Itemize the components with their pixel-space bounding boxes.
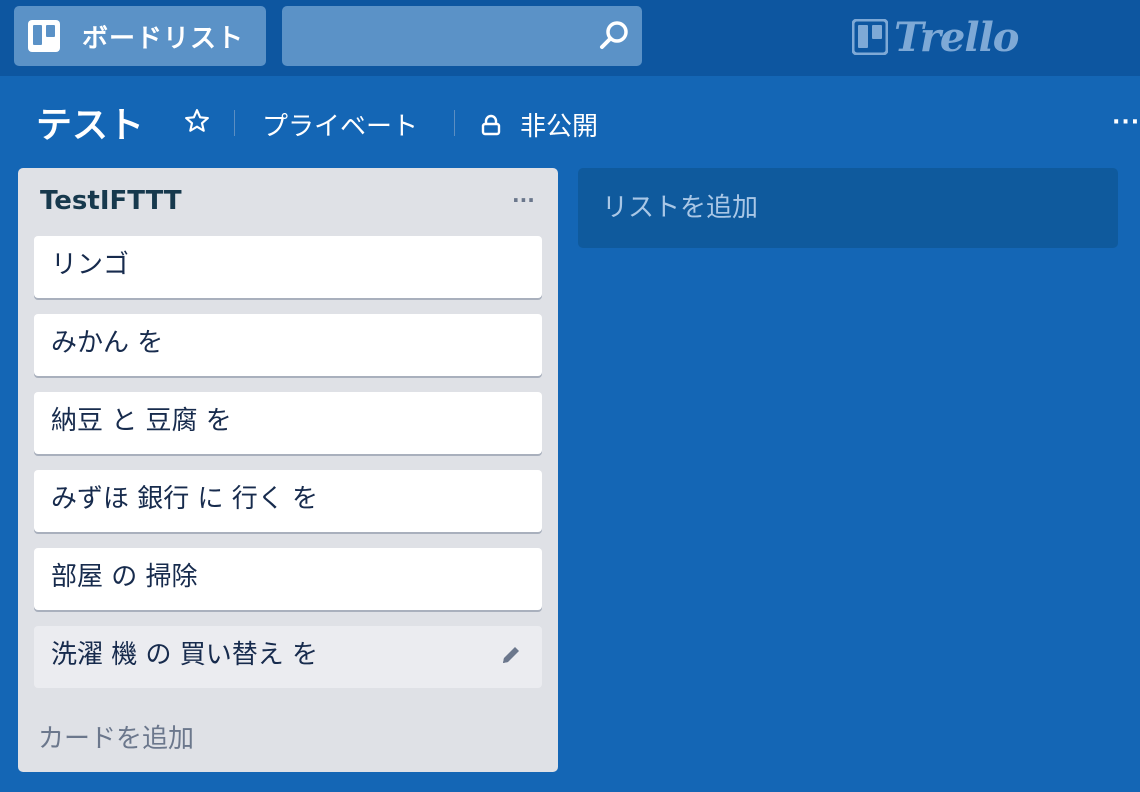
search-input[interactable]	[282, 6, 582, 66]
trello-logo-icon	[852, 19, 888, 55]
team-visibility-button[interactable]: プライベート	[262, 106, 418, 143]
board-title[interactable]: テスト	[36, 96, 144, 148]
board-header: テスト プライベート 非公開 ···	[0, 92, 1140, 152]
card-title: 洗濯 機 の 買い替え を	[51, 640, 319, 670]
trello-logo[interactable]: Trello	[852, 13, 1019, 61]
board-icon	[28, 20, 60, 52]
card-title: 納豆 と 豆腐 を	[51, 406, 232, 436]
card[interactable]: みずほ 銀行 に 行く を	[34, 470, 542, 532]
board-menu-icon[interactable]: ···	[1112, 110, 1140, 135]
card[interactable]: 洗濯 機 の 買い替え を	[34, 626, 542, 688]
card[interactable]: 部屋 の 掃除	[34, 548, 542, 610]
add-list-button[interactable]: リストを追加	[578, 168, 1118, 248]
card[interactable]: みかん を	[34, 314, 542, 376]
add-list-label: リストを追加	[602, 193, 759, 223]
card-title: リンゴ	[51, 250, 130, 280]
list-testifttt: TestIFTTT ··· リンゴ みかん を 納豆 と 豆腐 を みずほ 銀行…	[18, 168, 558, 772]
search-box[interactable]	[282, 6, 642, 66]
card[interactable]: 納豆 と 豆腐 を	[34, 392, 542, 454]
list-menu-icon[interactable]: ···	[512, 188, 535, 212]
privacy-button[interactable]: 非公開	[480, 106, 598, 143]
pencil-icon[interactable]	[500, 644, 522, 666]
header-divider	[234, 110, 235, 136]
list-title[interactable]: TestIFTTT	[40, 186, 182, 216]
add-card-button[interactable]: カードを追加	[38, 718, 194, 755]
star-icon[interactable]	[184, 108, 210, 134]
privacy-label: 非公開	[520, 112, 599, 142]
card-title: みずほ 銀行 に 行く を	[51, 484, 319, 514]
top-bar: ボードリスト Trello	[0, 0, 1140, 76]
lock-icon	[481, 114, 501, 135]
boards-button[interactable]: ボードリスト	[14, 6, 266, 66]
card-title: 部屋 の 掃除	[51, 562, 198, 592]
header-divider	[454, 110, 455, 136]
boards-button-label: ボードリスト	[82, 23, 245, 54]
card[interactable]: リンゴ	[34, 236, 542, 298]
card-title: みかん を	[51, 328, 164, 358]
search-icon[interactable]	[598, 20, 630, 52]
trello-logo-text: Trello	[894, 13, 1019, 61]
